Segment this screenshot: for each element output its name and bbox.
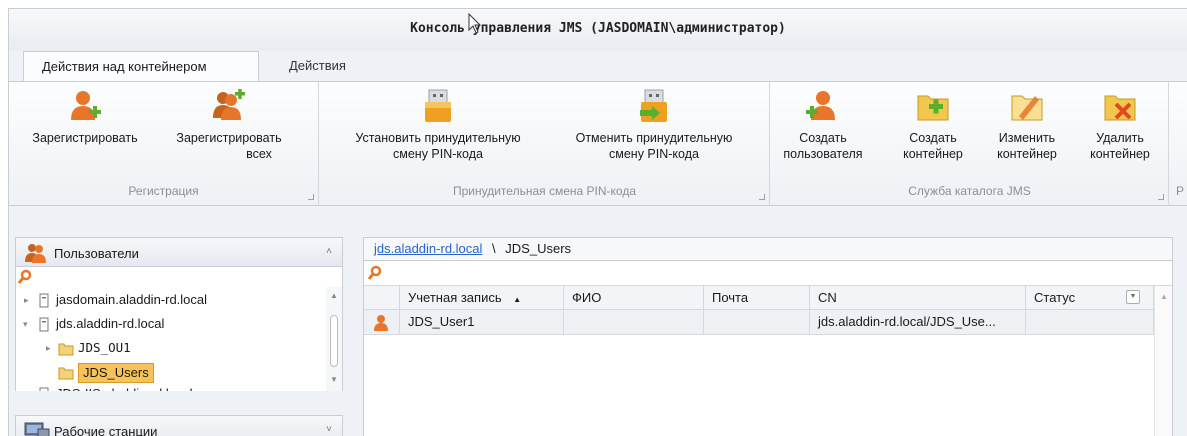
column-header-mail[interactable]: Почта <box>704 286 810 310</box>
tree-node-jds[interactable]: ▾ jds.aladdin-rd.local <box>22 313 322 335</box>
breadcrumb-root-link[interactable]: jds.aladdin-rd.local <box>374 241 482 256</box>
cancel-forced-pin-change-button[interactable]: Отменить принудительную смену PIN-кода <box>552 88 756 162</box>
create-container-button[interactable]: Создать контейнер <box>887 88 979 162</box>
content-pane: jds.aladdin-rd.local \ JDS_Users Учетная… <box>363 237 1173 436</box>
ribbon: Зарегистрировать Зарегистрировать всех Р… <box>9 81 1187 206</box>
ribbon-group-registration: Зарегистрировать Зарегистрировать всех Р… <box>9 82 319 206</box>
tree-node-jasdomain[interactable]: ▸ jasdomain.aladdin-rd.local <box>22 289 322 311</box>
scroll-down-icon[interactable]: ▼ <box>330 375 338 384</box>
users-grid: Учетная запись ▲ ФИО Почта CN Статус ▼ J… <box>363 285 1173 436</box>
server-icon <box>39 317 49 332</box>
tab-container-actions[interactable]: Действия над контейнером <box>23 51 259 82</box>
delete-container-icon <box>1104 95 1136 121</box>
users-icon <box>25 244 46 263</box>
group-expand-icon[interactable] <box>308 194 314 200</box>
create-user-icon <box>806 91 835 120</box>
group-expand-icon[interactable] <box>1158 194 1164 200</box>
scroll-thumb[interactable] <box>330 315 338 367</box>
create-container-icon <box>917 95 949 121</box>
column-header-cn[interactable]: CN <box>810 286 1026 310</box>
ribbon-group-partial: Р <box>1176 184 1185 198</box>
window-title: Консоль управления JMS (JASDOMAIN\админи… <box>410 21 786 36</box>
app-window: Консоль управления JMS (JASDOMAIN\админи… <box>8 8 1187 436</box>
register-button[interactable]: Зарегистрировать <box>15 88 155 146</box>
scroll-up-icon[interactable]: ▲ <box>1160 292 1168 301</box>
tree-node-jds-iis[interactable]: JDS-IIS.aladdin-rd.local <box>22 383 322 391</box>
ribbon-group-jms-catalog: Создать пользователя Создать контейнер И… <box>771 82 1169 206</box>
breadcrumb-current: JDS_Users <box>505 241 572 256</box>
tree-node-jds-users[interactable]: JDS_Users <box>44 361 314 383</box>
tree-search-row[interactable] <box>15 267 343 287</box>
set-forced-pin-change-button[interactable]: Установить принудительную смену PIN-кода <box>326 88 550 162</box>
ribbon-tabs: Действия над контейнером Действия <box>9 51 1187 82</box>
tree-scrollbar[interactable]: ▲ ▼ <box>326 287 342 391</box>
search-icon[interactable] <box>368 265 382 281</box>
scroll-up-icon[interactable]: ▲ <box>330 291 338 300</box>
cell-account: JDS_User1 <box>400 310 564 335</box>
left-navigation-pane: Пользователи ˄ ▸ jasdomain.aladdin-rd.lo… <box>9 237 349 436</box>
chevron-down-icon[interactable]: ˅ <box>326 424 332 435</box>
user-icon <box>374 315 388 331</box>
token-pin-cancel-icon <box>640 89 667 122</box>
grid-header-indicator <box>364 286 400 310</box>
workstations-icon <box>24 422 50 436</box>
cell-status <box>1026 310 1154 335</box>
edit-container-button[interactable]: Изменить контейнер <box>981 88 1073 162</box>
tab-actions[interactable]: Действия <box>271 51 364 82</box>
collapse-arrow-icon[interactable]: ▾ <box>23 313 28 335</box>
grid-header: Учетная запись ▲ ФИО Почта CN Статус ▼ <box>364 286 1154 310</box>
group-expand-icon[interactable] <box>759 194 765 200</box>
workstations-pane-title: Рабочие станции <box>54 424 158 436</box>
edit-container-icon <box>1011 95 1043 121</box>
table-row[interactable]: JDS_User1 jds.aladdin-rd.local/JDS_Use..… <box>364 310 1154 335</box>
token-pin-set-icon <box>425 89 451 122</box>
tree-node-jds-ou1[interactable]: ▸ JDS_OU1 <box>44 337 314 359</box>
breadcrumb: jds.aladdin-rd.local \ JDS_Users <box>363 237 1173 261</box>
group-label-registration: Регистрация <box>128 184 199 198</box>
search-icon[interactable] <box>18 269 32 285</box>
ribbon-group-pin: Установить принудительную смену PIN-кода… <box>320 82 770 206</box>
users-pane-header[interactable]: Пользователи ˄ <box>15 237 343 267</box>
folder-icon <box>58 367 74 380</box>
delete-container-button[interactable]: Удалить контейнер <box>1075 88 1165 162</box>
create-user-button[interactable]: Создать пользователя <box>775 88 871 162</box>
chevron-up-icon[interactable]: ˄ <box>326 246 332 257</box>
cell-cn: jds.aladdin-rd.local/JDS_Use... <box>810 310 1026 335</box>
column-chooser-icon[interactable]: ▼ <box>1126 290 1140 304</box>
group-label-jms-catalog: Служба каталога JMS <box>908 184 1031 198</box>
register-user-icon <box>71 91 101 120</box>
server-icon <box>39 293 49 308</box>
expand-arrow-icon[interactable]: ▸ <box>46 337 51 359</box>
column-header-fio[interactable]: ФИО <box>564 286 704 310</box>
sort-ascending-icon: ▲ <box>513 295 522 304</box>
workstations-pane-header[interactable]: Рабочие станции ˅ <box>15 415 343 436</box>
users-pane-title: Пользователи <box>54 246 139 261</box>
cell-fio <box>564 310 704 335</box>
column-header-account[interactable]: Учетная запись ▲ <box>400 286 564 310</box>
grid-search-row[interactable] <box>363 261 1173 285</box>
mouse-cursor-icon <box>468 13 482 34</box>
register-all-button[interactable]: Зарегистрировать всех <box>159 88 299 162</box>
title-bar: Консоль управления JMS (JASDOMAIN\админи… <box>9 9 1187 51</box>
register-all-users-icon <box>213 89 245 120</box>
grid-scrollbar[interactable]: ▲ <box>1154 286 1172 436</box>
cell-mail <box>704 310 810 335</box>
column-header-status[interactable]: Статус ▼ <box>1026 286 1154 310</box>
group-label-pin: Принудительная смена PIN-кода <box>453 184 636 198</box>
expand-arrow-icon[interactable]: ▸ <box>24 289 29 311</box>
folder-icon <box>58 343 74 356</box>
users-tree: ▸ jasdomain.aladdin-rd.local ▾ jds.aladd… <box>15 287 343 391</box>
server-icon <box>39 387 49 391</box>
